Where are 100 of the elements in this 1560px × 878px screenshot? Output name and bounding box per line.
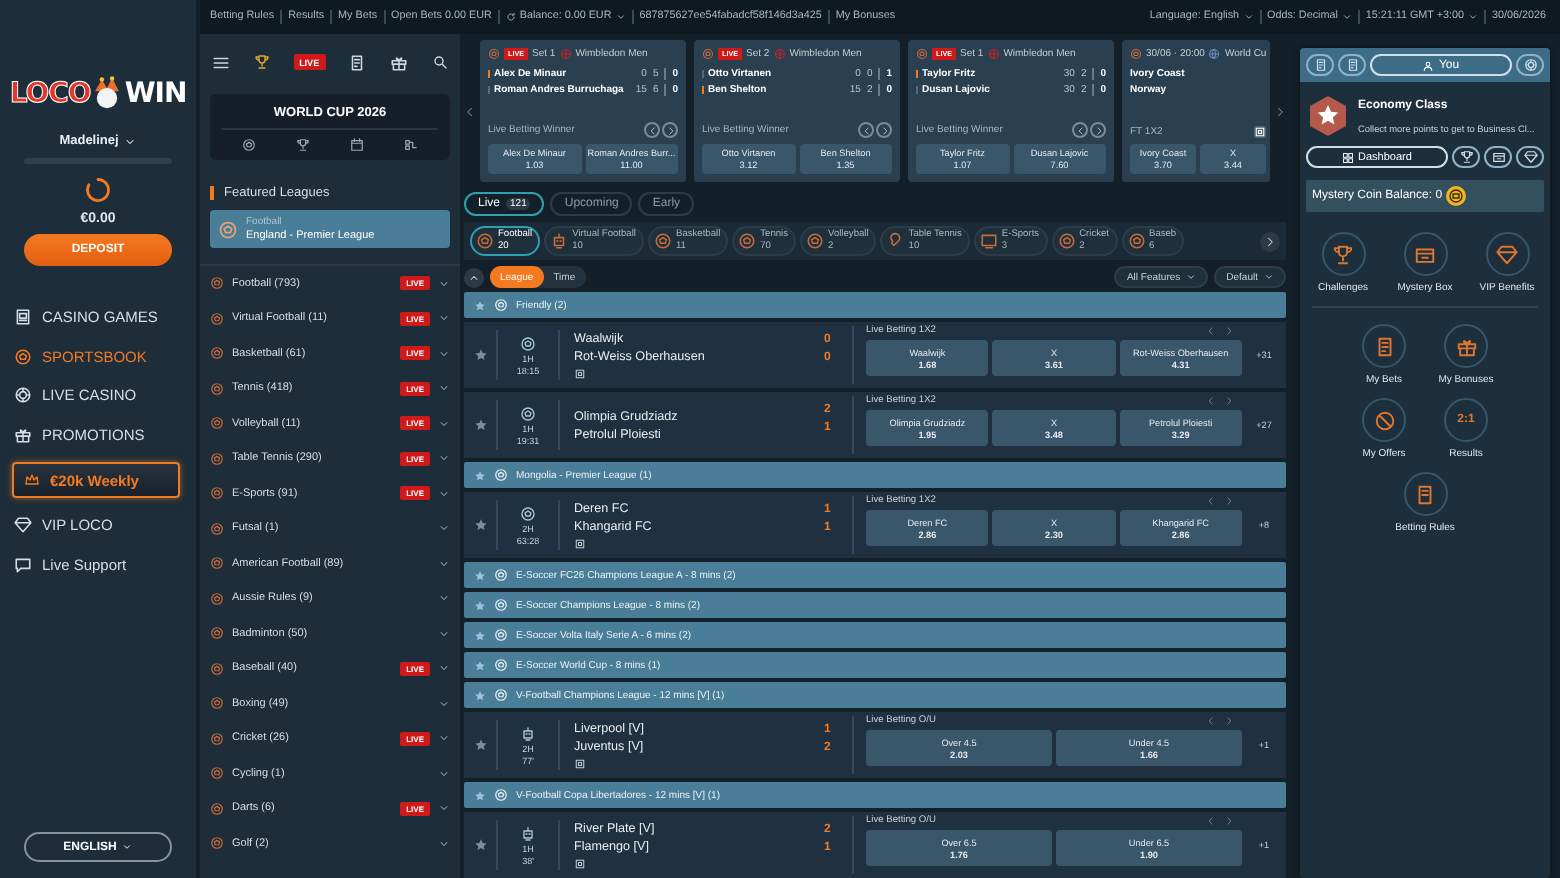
league-icon: [494, 688, 508, 702]
next-button[interactable]: [876, 122, 892, 138]
star-icon: [473, 838, 487, 852]
collapse-button[interactable]: [464, 267, 484, 287]
prohibited-icon: [1373, 409, 1395, 431]
chat-icon: [14, 555, 32, 574]
chevron-right-icon: [1224, 496, 1234, 506]
betslip-icon: [1373, 335, 1395, 357]
previous-button[interactable]: [858, 122, 874, 138]
star-icon: [474, 689, 486, 701]
robot-icon: [550, 232, 569, 250]
league-icon: [494, 628, 508, 642]
star-icon: [473, 418, 487, 432]
flag-icon: [773, 48, 786, 60]
chevron-right-icon: [1093, 125, 1103, 135]
betslip-icon: [348, 53, 367, 71]
star-icon: [473, 518, 487, 532]
next-button[interactable]: [662, 122, 678, 138]
betslip-icon: [1345, 58, 1359, 72]
chevron-icon: [438, 312, 450, 325]
chevron-left-icon: [861, 125, 871, 135]
sport-icon: [210, 661, 224, 676]
chevron-left-icon: [464, 105, 476, 117]
star-icon: [474, 599, 486, 611]
chevron-left-icon: [647, 125, 657, 135]
sport-icon: [210, 311, 224, 326]
chevron-icon: [438, 837, 450, 850]
league-icon: [494, 788, 508, 802]
chevron-icon: [438, 487, 450, 500]
caret-icon: [122, 842, 133, 852]
trophy-icon: [1332, 243, 1354, 265]
chevron-icon: [438, 557, 450, 570]
chevron-icon: [438, 767, 450, 780]
chevron-right-icon: [1224, 816, 1234, 826]
star-icon: [473, 348, 487, 362]
sport-icon: [210, 626, 224, 641]
bracket-icon: [404, 138, 418, 152]
chevron-left-icon: [1206, 496, 1216, 506]
sport-icon: [210, 836, 224, 851]
chevron-right-icon: [1264, 235, 1276, 247]
chevron-icon: [438, 382, 450, 395]
box-icon: [1414, 243, 1436, 265]
chevron-icon: [438, 802, 450, 815]
trophy-icon: [296, 138, 310, 152]
calendar-icon: [350, 138, 364, 152]
icon-button[interactable]: [1516, 146, 1544, 168]
settings-icon: [1523, 58, 1537, 72]
chevron-right-icon: [1274, 105, 1286, 117]
chevron-icon: [438, 592, 450, 605]
chevron-right-icon: [879, 125, 889, 135]
sport-icon: [210, 731, 224, 746]
star-icon: [474, 469, 486, 481]
icon-button[interactable]: [1484, 146, 1512, 168]
sport-icon: [210, 346, 224, 361]
icon-button[interactable]: [1452, 146, 1480, 168]
caret-icon: [1186, 272, 1197, 282]
chevron-left-icon: [1075, 125, 1085, 135]
star-icon: [474, 789, 486, 801]
spinner-icon: [84, 176, 112, 204]
star-icon: [474, 569, 486, 581]
chevron-left-icon: [1206, 716, 1216, 726]
league-icon: [494, 658, 508, 672]
sport-icon: [210, 766, 224, 781]
league-icon: [494, 598, 508, 612]
chevron-icon: [438, 347, 450, 360]
sport-icon: [210, 696, 224, 711]
rank-badge-icon: [1308, 94, 1348, 138]
chevron-right-icon: [1224, 716, 1234, 726]
search-icon: [432, 54, 449, 70]
chevron-left-icon: [1206, 326, 1216, 336]
paddle-icon: [886, 232, 905, 250]
gift-icon: [1455, 335, 1477, 357]
trophy-icon: [253, 54, 270, 70]
flag-icon: [559, 48, 572, 60]
chip-icon: [14, 386, 32, 405]
caret-icon: [1264, 272, 1274, 282]
user-icon: [1422, 59, 1435, 71]
league-icon: [494, 568, 508, 582]
sport-icon: [210, 486, 224, 501]
crown-icon: [24, 472, 40, 488]
league-icon: [494, 468, 508, 482]
chevron-icon: [438, 627, 450, 640]
next-button[interactable]: [1090, 122, 1106, 138]
scroll-right-button[interactable]: [1260, 231, 1280, 251]
star-icon: [474, 659, 486, 671]
chevron-right-icon: [665, 125, 675, 135]
previous-button[interactable]: [644, 122, 660, 138]
trophy-icon: [1459, 150, 1473, 164]
chevron-right-icon: [1224, 396, 1234, 406]
star-icon: [474, 299, 486, 311]
sport-icon: [210, 556, 224, 571]
machine-icon: [14, 308, 32, 327]
sport-icon: [210, 451, 224, 466]
chevron-left-icon: [1206, 816, 1216, 826]
box-icon: [1491, 150, 1505, 164]
previous-button[interactable]: [1072, 122, 1088, 138]
sport-icon: [210, 276, 224, 291]
caret-icon: [124, 135, 137, 147]
chevron-right-icon: [1224, 326, 1234, 336]
sport-icon: [210, 416, 224, 431]
